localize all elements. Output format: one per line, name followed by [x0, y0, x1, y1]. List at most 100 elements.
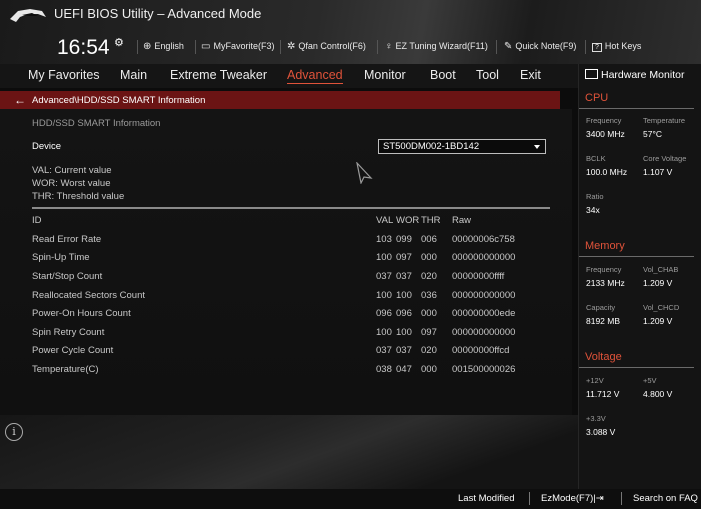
attribute-val: 103 — [376, 234, 392, 245]
legend-wor: WOR: Worst value — [32, 178, 111, 189]
column-header-raw: Raw — [452, 215, 472, 226]
cpu-temperature-label: Temperature — [643, 116, 686, 125]
attribute-wor: 037 — [396, 271, 412, 282]
toolbar-separator — [585, 40, 586, 54]
info-icon: i — [5, 423, 23, 441]
attribute-name: Power Cycle Count — [32, 345, 114, 356]
attribute-thr: 000 — [421, 252, 437, 263]
mouse-cursor-icon — [356, 162, 373, 184]
attribute-val: 037 — [376, 345, 392, 356]
qfan-control-button[interactable]: ✲ Qfan Control(F6) — [287, 41, 366, 52]
quick-note-button[interactable]: ✎ Quick Note(F9) — [504, 41, 576, 52]
clock-settings-icon[interactable]: ⚙ — [114, 36, 124, 49]
memory-frequency-value: 2133 MHz — [586, 278, 625, 288]
v33-value: 3.088 V — [586, 427, 616, 437]
vol-chab-label: Vol_CHAB — [643, 265, 679, 274]
attribute-wor: 100 — [396, 290, 412, 301]
cpu-temperature-value: 57°C — [643, 129, 662, 139]
language-button[interactable]: ⊕ English — [143, 41, 184, 52]
v5-value: 4.800 V — [643, 389, 673, 399]
back-arrow-icon[interactable]: ← — [14, 93, 26, 107]
voltage-section-title: Voltage — [585, 351, 622, 363]
monitor-icon — [585, 69, 598, 79]
attribute-thr: 020 — [421, 345, 437, 356]
attribute-thr: 006 — [421, 234, 437, 245]
column-header-wor: WOR — [396, 215, 420, 226]
column-header-id: ID — [32, 215, 42, 226]
hardware-monitor: Hardware Monitor CPU Frequency Temperatu… — [578, 64, 701, 489]
attribute-wor: 099 — [396, 234, 412, 245]
menu-my-favorites[interactable]: My Favorites — [28, 68, 100, 82]
status-bar: Last Modified EzMode(F7)|⇥ Search on FAQ — [0, 489, 701, 509]
attribute-raw: 000000000000 — [452, 252, 516, 263]
device-label: Device — [32, 141, 62, 152]
myfavorite-button[interactable]: ▭ MyFavorite(F3) — [201, 41, 274, 52]
smart-info-panel: HDD/SSD SMART Information Device ST500DM… — [0, 109, 572, 415]
column-header-val: VAL — [376, 215, 394, 226]
attribute-raw: 00000000ffcd — [452, 345, 510, 356]
attribute-wor: 037 — [396, 345, 412, 356]
memory-frequency-label: Frequency — [586, 265, 622, 274]
attribute-val: 100 — [376, 327, 392, 338]
fan-icon: ✲ — [287, 41, 296, 52]
favorite-icon: ▭ — [201, 41, 211, 52]
ez-tuning-wizard-button[interactable]: ♀ EZ Tuning Wizard(F11) — [385, 41, 488, 52]
attribute-wor: 097 — [396, 252, 412, 263]
attribute-raw: 000000000000 — [452, 290, 516, 301]
attribute-val: 038 — [376, 364, 392, 375]
title-bar: UEFI BIOS Utility – Advanced Mode 16:54 … — [0, 0, 701, 64]
vol-chcd-label: Vol_CHCD — [643, 303, 680, 312]
menu-exit[interactable]: Exit — [520, 68, 541, 82]
attribute-raw: 000000000ede — [452, 308, 516, 319]
attribute-thr: 000 — [421, 308, 437, 319]
column-header-thr: THR — [421, 215, 441, 226]
cpu-frequency-label: Frequency — [586, 116, 622, 125]
vol-chcd-value: 1.209 V — [643, 316, 673, 326]
v12-value: 11.712 V — [586, 389, 620, 399]
app-title: UEFI BIOS Utility – Advanced Mode — [54, 6, 262, 21]
attribute-val: 100 — [376, 252, 392, 263]
bclk-label: BCLK — [586, 154, 606, 163]
main-menu: My Favorites Main Extreme Tweaker Advanc… — [0, 64, 578, 88]
divider — [579, 367, 694, 368]
menu-extreme-tweaker[interactable]: Extreme Tweaker — [170, 68, 267, 82]
core-voltage-label: Core Voltage — [643, 154, 687, 163]
ezmode-button[interactable]: EzMode(F7)|⇥ — [541, 493, 604, 504]
attribute-name: Spin Retry Count — [32, 327, 105, 338]
attribute-raw: 000000000000 — [452, 327, 516, 338]
breadcrumb: ← Advanced\HDD/SSD SMART Information — [0, 91, 560, 109]
menu-monitor[interactable]: Monitor — [364, 68, 406, 82]
toolbar-separator — [137, 40, 138, 54]
toolbar-separator — [377, 40, 378, 54]
attribute-val: 037 — [376, 271, 392, 282]
toolbar-separator — [195, 40, 196, 54]
status-separator — [621, 492, 622, 505]
breadcrumb-path: Advanced\HDD/SSD SMART Information — [32, 95, 206, 106]
last-modified-button[interactable]: Last Modified — [458, 493, 515, 504]
menu-main[interactable]: Main — [120, 68, 147, 82]
menu-tool[interactable]: Tool — [476, 68, 499, 82]
attribute-name: Reallocated Sectors Count — [32, 290, 146, 301]
attribute-name: Start/Stop Count — [32, 271, 103, 282]
device-select[interactable]: ST500DM002-1BD142 — [378, 139, 546, 154]
search-faq-button[interactable]: Search on FAQ — [633, 493, 698, 504]
menu-boot[interactable]: Boot — [430, 68, 456, 82]
globe-icon: ⊕ — [143, 41, 152, 52]
hot-keys-button[interactable]: ? Hot Keys — [592, 41, 641, 52]
chevron-down-icon — [534, 145, 540, 149]
ratio-value: 34x — [586, 205, 600, 215]
attribute-name: Power-On Hours Count — [32, 308, 131, 319]
cpu-section-title: CPU — [585, 92, 609, 104]
device-select-value: ST500DM002-1BD142 — [383, 141, 480, 152]
attribute-thr: 036 — [421, 290, 437, 301]
attribute-raw: 00000000ffff — [452, 271, 505, 282]
attribute-wor: 096 — [396, 308, 412, 319]
cpu-frequency-value: 3400 MHz — [586, 129, 625, 139]
hardware-monitor-title: Hardware Monitor — [585, 68, 684, 81]
legend-thr: THR: Threshold value — [32, 191, 125, 202]
help-area: i — [0, 415, 578, 489]
menu-advanced[interactable]: Advanced — [287, 68, 343, 84]
attribute-raw: 001500000026 — [452, 364, 516, 375]
attribute-thr: 020 — [421, 271, 437, 282]
vol-chab-value: 1.209 V — [643, 278, 673, 288]
